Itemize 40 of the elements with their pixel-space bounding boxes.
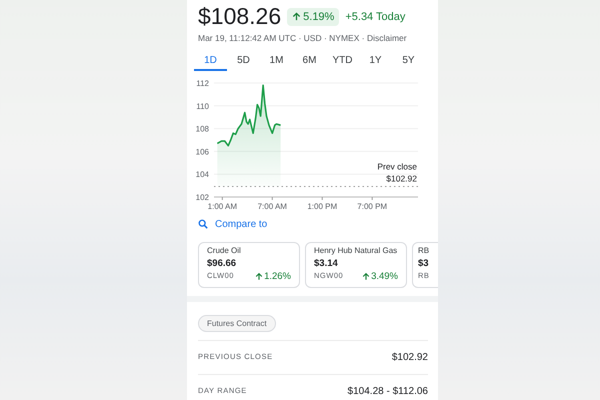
change-today: +5.34 Today (345, 10, 406, 22)
x-axis-label: 1:00 PM (307, 202, 338, 211)
quote-meta: Mar 19, 11:12:42 AM UTC · USD · NYMEX · Disclaimer (198, 33, 408, 43)
range-tab[interactable]: 5D (227, 53, 260, 71)
price-line (216, 84, 281, 146)
range-tab[interactable]: 1Y (359, 53, 392, 71)
range-tab[interactable]: 1D (194, 53, 227, 71)
change-percent: 5.19% (303, 10, 334, 22)
range-tab[interactable]: 6M (293, 53, 326, 71)
prev-close-label: Prev close (377, 162, 417, 172)
commodity-change: 1.26% (255, 271, 291, 282)
commodity-name: Crude Oil (207, 246, 242, 255)
price: $108.26 (198, 3, 282, 30)
arrow-up-icon (362, 272, 370, 281)
x-axis-label: 7:00 AM (258, 202, 287, 211)
arrow-up-icon (292, 12, 302, 21)
prev-close-value: $102.92 (386, 174, 417, 184)
y-axis-label: 108 (196, 124, 209, 134)
compare-to-link[interactable]: Compare to (198, 218, 268, 230)
arrow-up-icon (255, 272, 264, 281)
y-axis-label: 106 (196, 147, 209, 156)
commodity-name: RB (418, 246, 430, 255)
x-axis-label: 7:00 PM (357, 202, 388, 211)
y-axis-label: 102 (196, 193, 209, 202)
commodity-price: $3 (418, 258, 430, 269)
y-axis-label: 104 (196, 170, 209, 180)
commodity-name: Henry Hub Natural Gas (314, 246, 398, 255)
range-tab[interactable]: 1M (260, 53, 293, 71)
stat-value: $102.92 (392, 352, 428, 363)
y-axis-label: 112 (196, 79, 209, 88)
range-tab[interactable]: 5Y (392, 53, 425, 71)
range-tab[interactable]: YTD (326, 53, 359, 71)
commodity-change: 3.49% (362, 271, 398, 282)
commodity-price: $3.14 (314, 258, 339, 269)
futures-contract-chip: Futures Contract (198, 315, 276, 332)
x-axis-label: 1:00 AM (208, 202, 237, 211)
search-icon (198, 219, 208, 229)
y-axis-label: 110 (196, 102, 209, 111)
stat-value: $104.28 - $112.06 (348, 386, 428, 397)
commodity-price: $96.66 (207, 258, 238, 269)
